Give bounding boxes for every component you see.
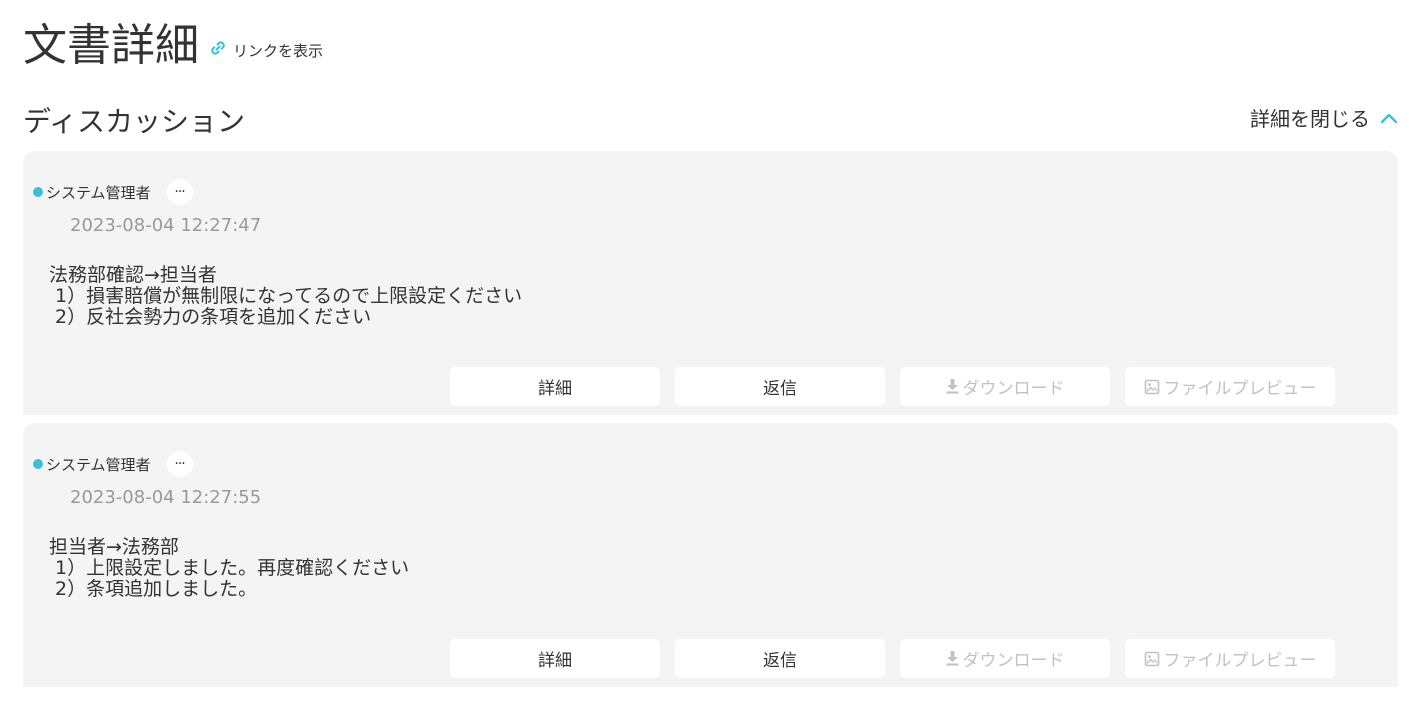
download-icon bbox=[946, 651, 959, 666]
download-button[interactable]: ダウンロード bbox=[900, 639, 1110, 678]
message-actions: 詳細 返信 ダウンロード ファイルプレビュー bbox=[450, 367, 1350, 406]
page-title: 文書詳細 bbox=[23, 20, 199, 71]
message-line: 2）条項追加しました。 bbox=[49, 578, 258, 600]
image-icon bbox=[1144, 651, 1160, 667]
author-row: システム管理者 ··· bbox=[33, 451, 193, 477]
discussion-message: システム管理者 ··· 2023-08-04 12:27:47 法務部確認→担当… bbox=[23, 151, 1398, 415]
message-line: 法務部確認→担当者 bbox=[49, 264, 217, 286]
link-icon bbox=[209, 39, 233, 61]
toggle-details-button[interactable]: 詳細を閉じる bbox=[1250, 103, 1398, 132]
message-body: 法務部確認→担当者 1）損害賠償が無制限になってるので上限設定ください 2）反社… bbox=[49, 265, 522, 328]
file-preview-button-label: ファイルプレビュー bbox=[1163, 379, 1317, 399]
file-preview-button[interactable]: ファイルプレビュー bbox=[1125, 639, 1335, 678]
chevron-up-icon bbox=[1370, 105, 1398, 129]
download-button-label: ダウンロード bbox=[962, 379, 1065, 399]
message-line: 1）上限設定しました。再度確認ください bbox=[49, 557, 410, 579]
message-timestamp: 2023-08-04 12:27:55 bbox=[70, 487, 262, 508]
file-preview-button[interactable]: ファイルプレビュー bbox=[1125, 367, 1335, 406]
image-icon bbox=[1144, 379, 1160, 395]
download-icon bbox=[946, 379, 959, 394]
author-name: システム管理者 bbox=[46, 455, 151, 474]
message-timestamp: 2023-08-04 12:27:47 bbox=[70, 215, 262, 236]
show-link-button[interactable]: リンクを表示 bbox=[209, 39, 323, 61]
message-line: 2）反社会勢力の条項を追加ください bbox=[49, 306, 372, 328]
online-status-dot bbox=[33, 459, 43, 469]
toggle-details-label: 詳細を閉じる bbox=[1250, 106, 1370, 131]
more-options-button[interactable]: ··· bbox=[166, 451, 193, 477]
title-row: 文書詳細 リンクを表示 bbox=[23, 18, 323, 74]
show-link-label: リンクを表示 bbox=[233, 41, 324, 60]
discussion-message: システム管理者 ··· 2023-08-04 12:27:55 担当者→法務部 … bbox=[23, 423, 1398, 687]
download-button-label: ダウンロード bbox=[962, 651, 1065, 671]
reply-button[interactable]: 返信 bbox=[675, 367, 885, 406]
discussion-header: ディスカッション 詳細を閉じる bbox=[23, 100, 1398, 140]
message-body: 担当者→法務部 1）上限設定しました。再度確認ください 2）条項追加しました。 bbox=[49, 537, 409, 600]
discussion-title: ディスカッション bbox=[23, 105, 246, 138]
message-line: 担当者→法務部 bbox=[49, 536, 179, 558]
author-row: システム管理者 ··· bbox=[33, 179, 193, 205]
file-preview-button-label: ファイルプレビュー bbox=[1163, 651, 1317, 671]
more-options-button[interactable]: ··· bbox=[166, 179, 193, 205]
message-line: 1）損害賠償が無制限になってるので上限設定ください bbox=[49, 285, 523, 307]
download-button[interactable]: ダウンロード bbox=[900, 367, 1110, 406]
author-name: システム管理者 bbox=[46, 183, 151, 202]
detail-button[interactable]: 詳細 bbox=[450, 367, 660, 406]
online-status-dot bbox=[33, 187, 43, 197]
reply-button-label: 返信 bbox=[763, 379, 797, 399]
message-actions: 詳細 返信 ダウンロード ファイルプレビュー bbox=[450, 639, 1350, 678]
detail-button-label: 詳細 bbox=[538, 379, 572, 399]
detail-button[interactable]: 詳細 bbox=[450, 639, 660, 678]
document-detail-page: 文書詳細 リンクを表示 ディスカッション 詳細を閉じる システム管理者 ··· … bbox=[0, 0, 1409, 701]
reply-button[interactable]: 返信 bbox=[675, 639, 885, 678]
detail-button-label: 詳細 bbox=[538, 651, 572, 671]
reply-button-label: 返信 bbox=[763, 651, 797, 671]
